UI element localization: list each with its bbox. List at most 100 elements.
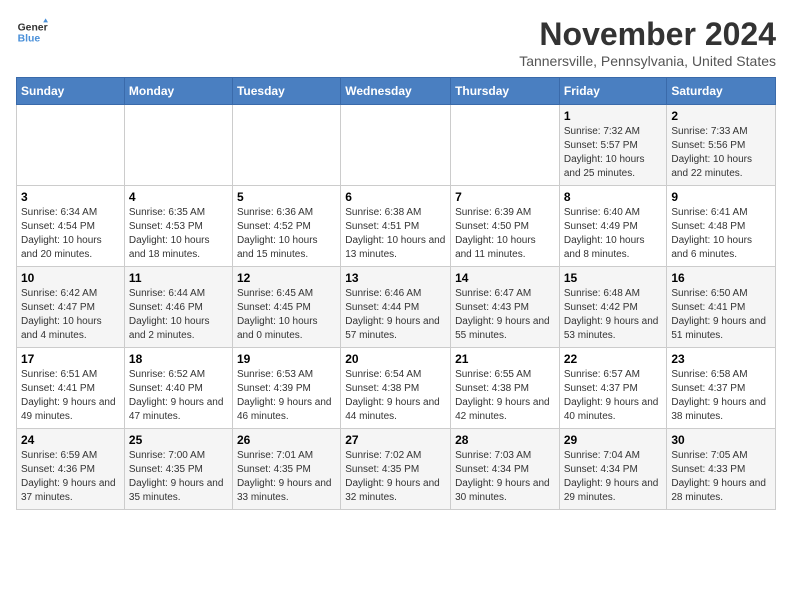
calendar-cell: 13 Sunrise: 6:46 AM Sunset: 4:44 PM Dayli…: [341, 267, 451, 348]
day-info: Sunrise: 6:44 AM Sunset: 4:46 PM Dayligh…: [129, 287, 228, 343]
day-number: 11: [129, 271, 228, 285]
day-number: 27: [345, 433, 446, 447]
calendar-cell: 24 Sunrise: 6:59 AM Sunset: 4:36 PM Dayli…: [17, 429, 125, 510]
day-info: Sunrise: 6:39 AM Sunset: 4:50 PM Dayligh…: [455, 206, 555, 262]
calendar-cell: 30 Sunrise: 7:05 AM Sunset: 4:33 PM Dayli…: [667, 429, 776, 510]
calendar-table: SundayMondayTuesdayWednesdayThursdayFrid…: [16, 77, 776, 510]
day-info: Sunrise: 6:38 AM Sunset: 4:51 PM Dayligh…: [345, 206, 446, 262]
calendar-cell: 29Sunrise: 7:04 AM Sunset: 4:34 PM Dayli…: [559, 429, 667, 510]
day-info: Sunrise: 6:52 AM Sunset: 4:40 PM Dayligh…: [129, 368, 228, 424]
day-number: 20: [345, 352, 446, 366]
column-header-friday: Friday: [559, 78, 667, 105]
calendar-week-row: 10Sunrise: 6:42 AM Sunset: 4:47 PM Dayli…: [17, 267, 776, 348]
calendar-cell: [232, 105, 340, 186]
day-number: 15: [564, 271, 663, 285]
calendar-cell: 3Sunrise: 6:34 AM Sunset: 4:54 PM Daylig…: [17, 186, 125, 267]
day-number: 6: [345, 190, 446, 204]
page-subtitle: Tannersville, Pennsylvania, United State…: [519, 53, 776, 69]
day-info: Sunrise: 6:35 AM Sunset: 4:53 PM Dayligh…: [129, 206, 228, 262]
day-number: 26: [237, 433, 336, 447]
day-number: 7: [455, 190, 555, 204]
logo-icon: General Blue: [16, 16, 48, 48]
day-number: 17: [21, 352, 120, 366]
calendar-cell: 9 Sunrise: 6:41 AM Sunset: 4:48 PM Daylig…: [667, 186, 776, 267]
day-number: 9: [671, 190, 771, 204]
day-number: 29: [564, 433, 663, 447]
day-number: 30: [671, 433, 771, 447]
calendar-body: 1Sunrise: 7:32 AM Sunset: 5:57 PM Daylig…: [17, 105, 776, 510]
day-info: Sunrise: 6:50 AM Sunset: 4:41 PM Dayligh…: [671, 287, 771, 343]
calendar-cell: 8 Sunrise: 6:40 AM Sunset: 4:49 PM Daylig…: [559, 186, 667, 267]
calendar-cell: [341, 105, 451, 186]
day-number: 12: [237, 271, 336, 285]
calendar-cell: 7 Sunrise: 6:39 AM Sunset: 4:50 PM Daylig…: [451, 186, 560, 267]
calendar-cell: 14 Sunrise: 6:47 AM Sunset: 4:43 PM Dayli…: [451, 267, 560, 348]
calendar-cell: 18 Sunrise: 6:52 AM Sunset: 4:40 PM Dayli…: [124, 348, 232, 429]
day-info: Sunrise: 6:45 AM Sunset: 4:45 PM Dayligh…: [237, 287, 336, 343]
calendar-cell: [17, 105, 125, 186]
calendar-cell: 19Sunrise: 6:53 AM Sunset: 4:39 PM Dayli…: [232, 348, 340, 429]
calendar-cell: [451, 105, 560, 186]
day-number: 13: [345, 271, 446, 285]
day-info: Sunrise: 6:54 AM Sunset: 4:38 PM Dayligh…: [345, 368, 446, 424]
calendar-cell: 12 Sunrise: 6:45 AM Sunset: 4:45 PM Dayli…: [232, 267, 340, 348]
calendar-cell: 17Sunrise: 6:51 AM Sunset: 4:41 PM Dayli…: [17, 348, 125, 429]
calendar-cell: 27 Sunrise: 7:02 AM Sunset: 4:35 PM Dayli…: [341, 429, 451, 510]
calendar-cell: 28Sunrise: 7:03 AM Sunset: 4:34 PM Dayli…: [451, 429, 560, 510]
day-info: Sunrise: 6:59 AM Sunset: 4:36 PM Dayligh…: [21, 449, 120, 505]
day-number: 18: [129, 352, 228, 366]
calendar-week-row: 24 Sunrise: 6:59 AM Sunset: 4:36 PM Dayli…: [17, 429, 776, 510]
day-number: 21: [455, 352, 555, 366]
column-header-saturday: Saturday: [667, 78, 776, 105]
day-info: Sunrise: 7:01 AM Sunset: 4:35 PM Dayligh…: [237, 449, 336, 505]
calendar-header-row: SundayMondayTuesdayWednesdayThursdayFrid…: [17, 78, 776, 105]
calendar-cell: 25 Sunrise: 7:00 AM Sunset: 4:35 PM Dayli…: [124, 429, 232, 510]
calendar-cell: 21 Sunrise: 6:55 AM Sunset: 4:38 PM Dayli…: [451, 348, 560, 429]
logo: General Blue: [16, 16, 48, 48]
page-title: November 2024: [519, 16, 776, 53]
day-number: 8: [564, 190, 663, 204]
calendar-cell: 16Sunrise: 6:50 AM Sunset: 4:41 PM Dayli…: [667, 267, 776, 348]
calendar-cell: 26 Sunrise: 7:01 AM Sunset: 4:35 PM Dayli…: [232, 429, 340, 510]
column-header-monday: Monday: [124, 78, 232, 105]
day-info: Sunrise: 7:00 AM Sunset: 4:35 PM Dayligh…: [129, 449, 228, 505]
day-info: Sunrise: 6:41 AM Sunset: 4:48 PM Dayligh…: [671, 206, 771, 262]
column-header-tuesday: Tuesday: [232, 78, 340, 105]
day-number: 14: [455, 271, 555, 285]
title-area: November 2024 Tannersville, Pennsylvania…: [519, 16, 776, 69]
day-info: Sunrise: 6:55 AM Sunset: 4:38 PM Dayligh…: [455, 368, 555, 424]
day-number: 5: [237, 190, 336, 204]
calendar-week-row: 1Sunrise: 7:32 AM Sunset: 5:57 PM Daylig…: [17, 105, 776, 186]
day-number: 24: [21, 433, 120, 447]
calendar-cell: 11 Sunrise: 6:44 AM Sunset: 4:46 PM Dayli…: [124, 267, 232, 348]
calendar-cell: 23Sunrise: 6:58 AM Sunset: 4:37 PM Dayli…: [667, 348, 776, 429]
day-info: Sunrise: 7:32 AM Sunset: 5:57 PM Dayligh…: [564, 125, 663, 181]
day-info: Sunrise: 6:57 AM Sunset: 4:37 PM Dayligh…: [564, 368, 663, 424]
calendar-week-row: 17Sunrise: 6:51 AM Sunset: 4:41 PM Dayli…: [17, 348, 776, 429]
day-info: Sunrise: 7:02 AM Sunset: 4:35 PM Dayligh…: [345, 449, 446, 505]
calendar-cell: 15 Sunrise: 6:48 AM Sunset: 4:42 PM Dayli…: [559, 267, 667, 348]
calendar-cell: 2Sunrise: 7:33 AM Sunset: 5:56 PM Daylig…: [667, 105, 776, 186]
day-info: Sunrise: 6:42 AM Sunset: 4:47 PM Dayligh…: [21, 287, 120, 343]
calendar-cell: 5Sunrise: 6:36 AM Sunset: 4:52 PM Daylig…: [232, 186, 340, 267]
day-info: Sunrise: 7:05 AM Sunset: 4:33 PM Dayligh…: [671, 449, 771, 505]
day-info: Sunrise: 7:33 AM Sunset: 5:56 PM Dayligh…: [671, 125, 771, 181]
calendar-cell: 22 Sunrise: 6:57 AM Sunset: 4:37 PM Dayli…: [559, 348, 667, 429]
day-number: 22: [564, 352, 663, 366]
day-info: Sunrise: 6:46 AM Sunset: 4:44 PM Dayligh…: [345, 287, 446, 343]
column-header-sunday: Sunday: [17, 78, 125, 105]
day-info: Sunrise: 6:48 AM Sunset: 4:42 PM Dayligh…: [564, 287, 663, 343]
day-info: Sunrise: 6:58 AM Sunset: 4:37 PM Dayligh…: [671, 368, 771, 424]
calendar-week-row: 3Sunrise: 6:34 AM Sunset: 4:54 PM Daylig…: [17, 186, 776, 267]
day-info: Sunrise: 6:34 AM Sunset: 4:54 PM Dayligh…: [21, 206, 120, 262]
calendar-cell: [124, 105, 232, 186]
day-info: Sunrise: 6:47 AM Sunset: 4:43 PM Dayligh…: [455, 287, 555, 343]
day-number: 25: [129, 433, 228, 447]
calendar-cell: 6 Sunrise: 6:38 AM Sunset: 4:51 PM Daylig…: [341, 186, 451, 267]
calendar-cell: 20 Sunrise: 6:54 AM Sunset: 4:38 PM Dayli…: [341, 348, 451, 429]
calendar-cell: 1Sunrise: 7:32 AM Sunset: 5:57 PM Daylig…: [559, 105, 667, 186]
column-header-thursday: Thursday: [451, 78, 560, 105]
calendar-cell: 4 Sunrise: 6:35 AM Sunset: 4:53 PM Daylig…: [124, 186, 232, 267]
day-info: Sunrise: 6:40 AM Sunset: 4:49 PM Dayligh…: [564, 206, 663, 262]
day-number: 4: [129, 190, 228, 204]
